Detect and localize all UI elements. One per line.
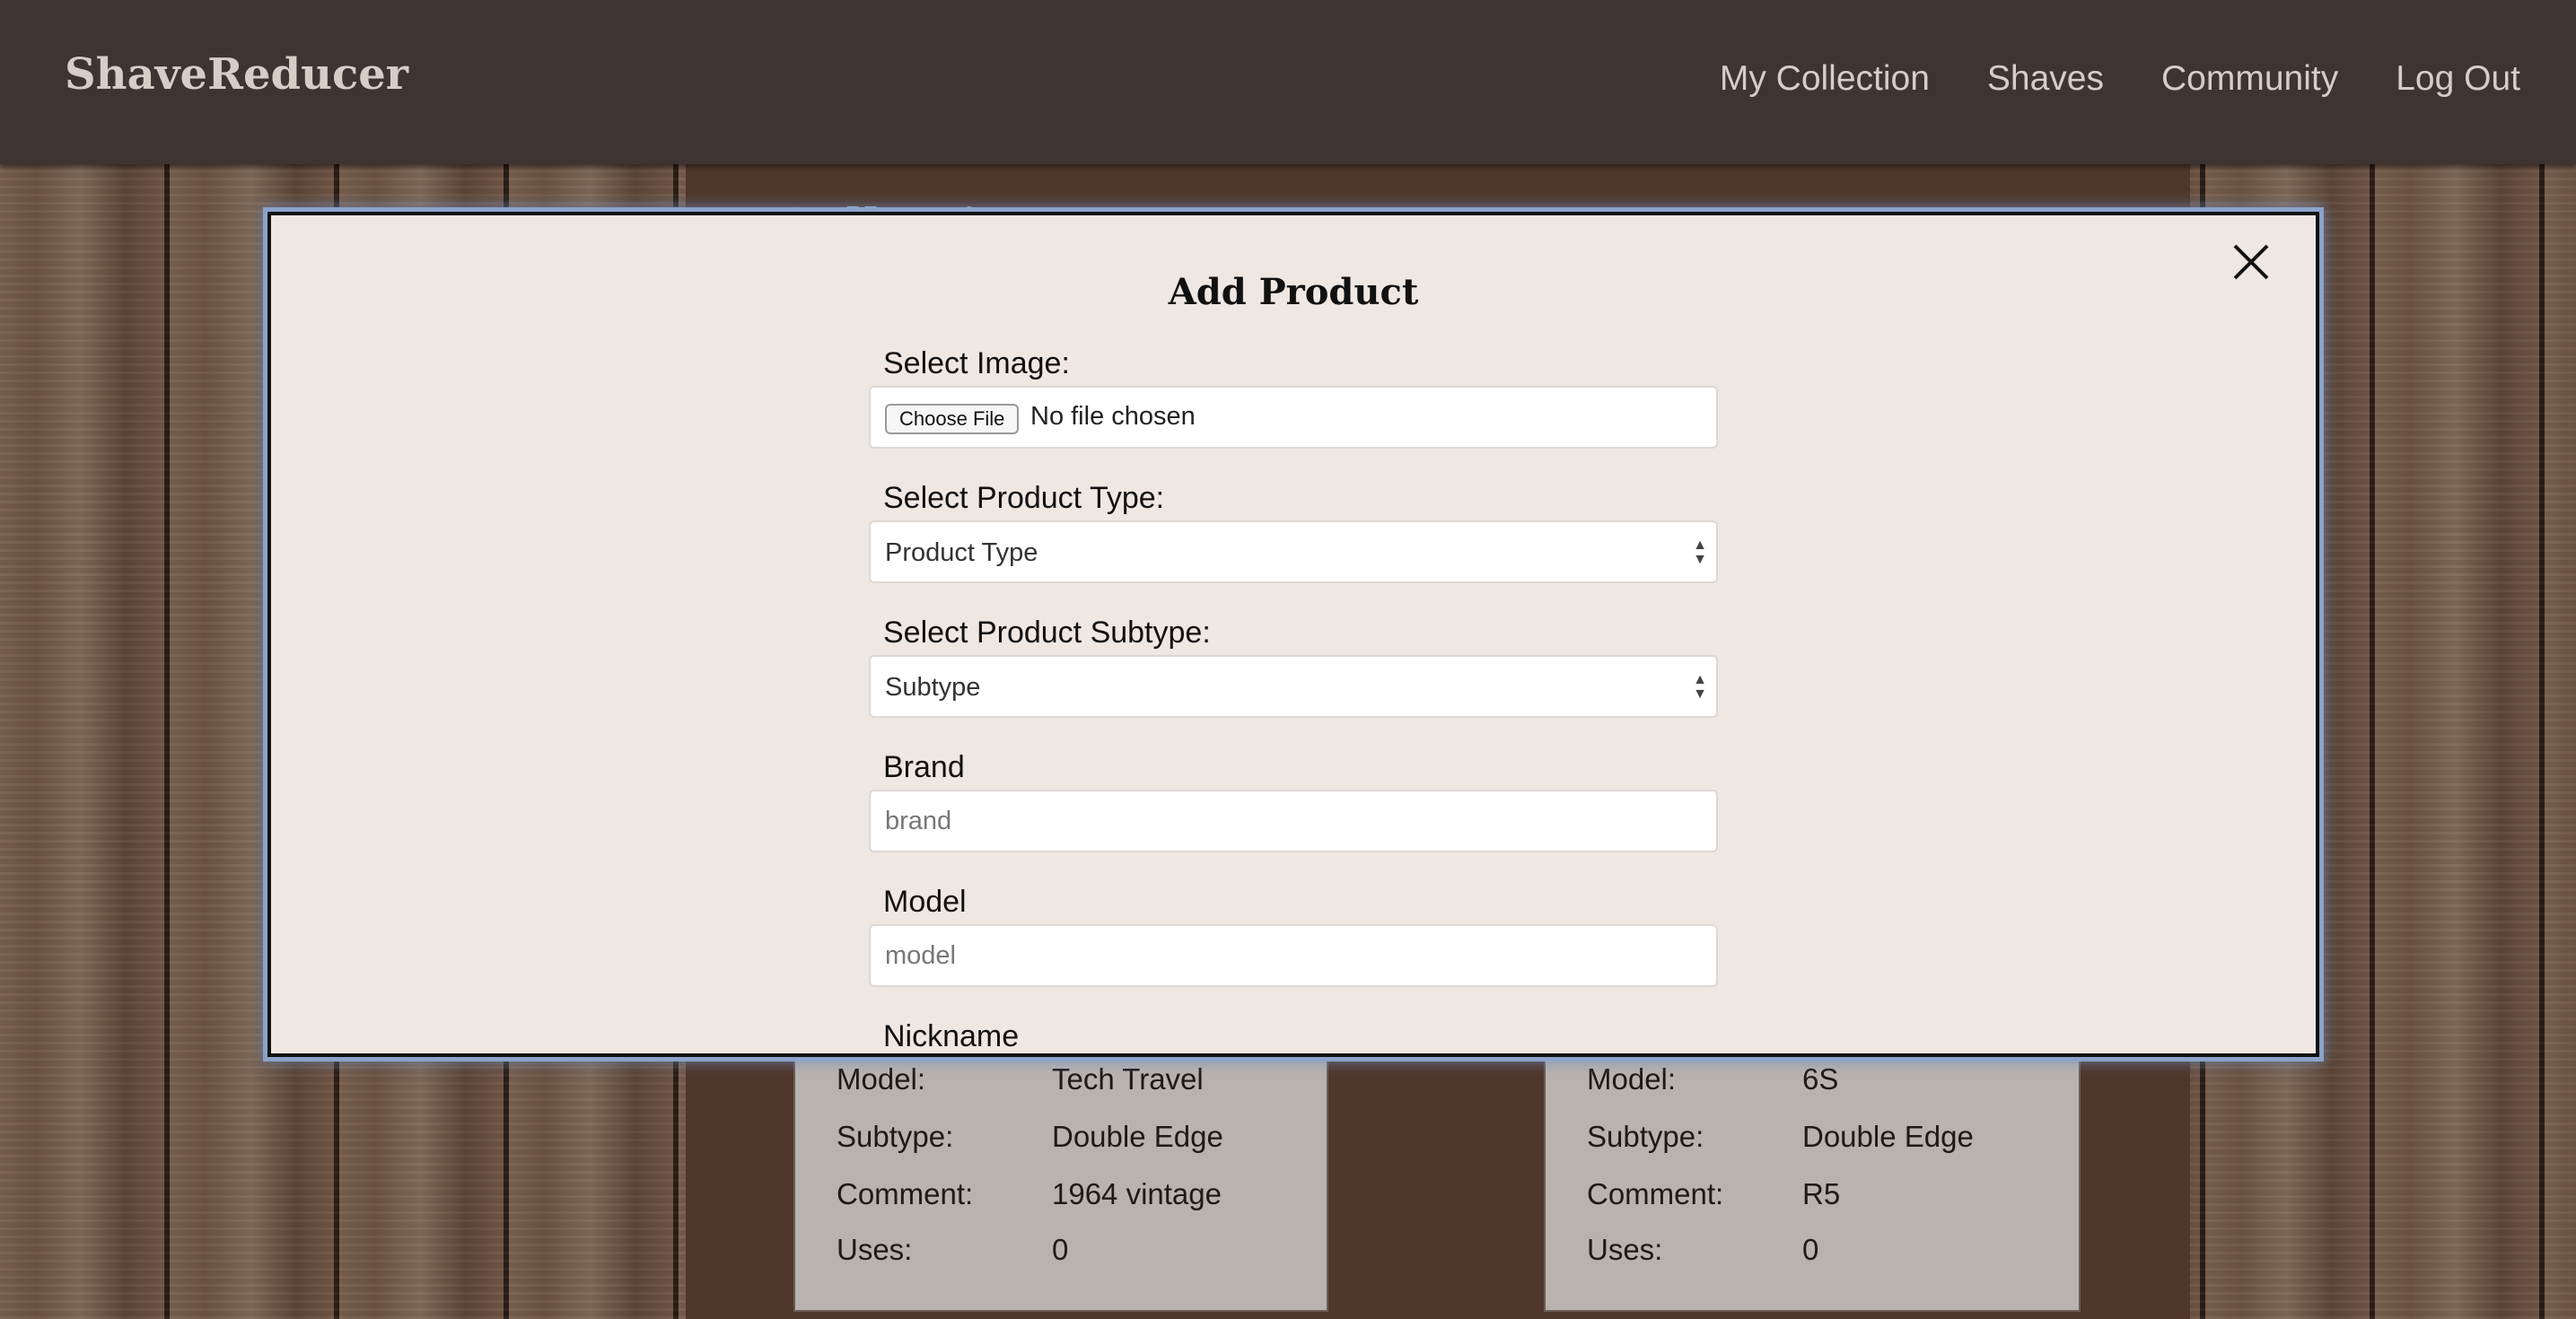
card-row: Uses: 0 xyxy=(1587,1233,1818,1267)
card-row: Model: Tech Travel xyxy=(837,1062,1204,1096)
product-type-select[interactable]: Product Type ▲ ▼ xyxy=(869,520,1718,583)
card-row: Model: 6S xyxy=(1587,1062,1838,1096)
select-image-label: Select Image: xyxy=(883,346,1070,380)
card-row-key: Subtype: xyxy=(837,1120,954,1153)
card-row-value: Double Edge xyxy=(1802,1120,1974,1153)
add-product-modal: Add Product Select Image: Choose File No… xyxy=(267,212,2319,1057)
model-input[interactable] xyxy=(871,926,1716,985)
card-row-key: Model: xyxy=(837,1062,926,1096)
model-field[interactable] xyxy=(869,924,1718,987)
add-product-form: Select Image: Choose File No file chosen… xyxy=(869,341,1718,1053)
nav-link-community[interactable]: Community xyxy=(2161,59,2338,99)
product-type-label: Select Product Type: xyxy=(883,481,1165,515)
product-card[interactable]: Model: Tech Travel Subtype: Double Edge Co… xyxy=(793,1041,1328,1312)
card-row-value: 6S xyxy=(1802,1062,1839,1096)
subtype-selected: Subtype xyxy=(885,673,981,702)
card-row-value: 0 xyxy=(1052,1233,1069,1266)
subtype-label: Select Product Subtype: xyxy=(883,616,1211,650)
nav-links: My Collection Shaves Community Log Out xyxy=(1720,59,2520,99)
card-row: Uses: 0 xyxy=(837,1233,1068,1267)
card-row-key: Comment: xyxy=(1587,1177,1724,1210)
nav-link-log-out[interactable]: Log Out xyxy=(2396,59,2520,99)
select-arrows-icon: ▲ ▼ xyxy=(1693,672,1707,702)
top-navbar: ShaveReducer My Collection Shaves Commun… xyxy=(0,0,2576,164)
choose-file-button[interactable]: Choose File xyxy=(885,404,1020,434)
product-type-selected: Product Type xyxy=(885,538,1038,567)
brand-field[interactable] xyxy=(869,790,1718,852)
brand-logo[interactable]: ShaveReducer xyxy=(65,49,408,100)
card-row-key: Model: xyxy=(1587,1062,1677,1096)
card-row-value: 0 xyxy=(1802,1233,1819,1266)
image-file-input[interactable]: Choose File No file chosen xyxy=(869,386,1718,449)
card-row-key: Subtype: xyxy=(1587,1120,1704,1153)
modal-title: Add Product xyxy=(1168,271,1419,313)
brand-label: Brand xyxy=(883,750,965,784)
card-row: Comment: 1964 vintage xyxy=(837,1177,1222,1211)
select-arrows-icon: ▲ ▼ xyxy=(1693,537,1707,567)
card-row-value: Double Edge xyxy=(1052,1120,1223,1153)
nickname-label: Nickname xyxy=(883,1019,1020,1053)
card-row-value: Tech Travel xyxy=(1052,1062,1204,1096)
nav-link-shaves[interactable]: Shaves xyxy=(1987,59,2104,99)
brand-input[interactable] xyxy=(871,791,1716,851)
card-row: Subtype: Double Edge xyxy=(1587,1120,1974,1154)
card-row: Subtype: Double Edge xyxy=(837,1120,1223,1154)
card-row-key: Uses: xyxy=(837,1233,913,1266)
model-label: Model xyxy=(883,885,967,919)
card-row-key: Comment: xyxy=(837,1177,974,1210)
card-row-value: R5 xyxy=(1802,1177,1841,1210)
card-row-key: Uses: xyxy=(1587,1233,1663,1266)
product-card[interactable]: Model: 6S Subtype: Double Edge Comment: R5 … xyxy=(1544,1041,2081,1312)
file-status-text: No file chosen xyxy=(1030,402,1196,431)
card-row: Comment: R5 xyxy=(1587,1177,1840,1211)
subtype-select[interactable]: Subtype ▲ ▼ xyxy=(869,655,1718,718)
nav-link-my-collection[interactable]: My Collection xyxy=(1720,59,1930,99)
card-row-value: 1964 vintage xyxy=(1052,1177,1222,1210)
